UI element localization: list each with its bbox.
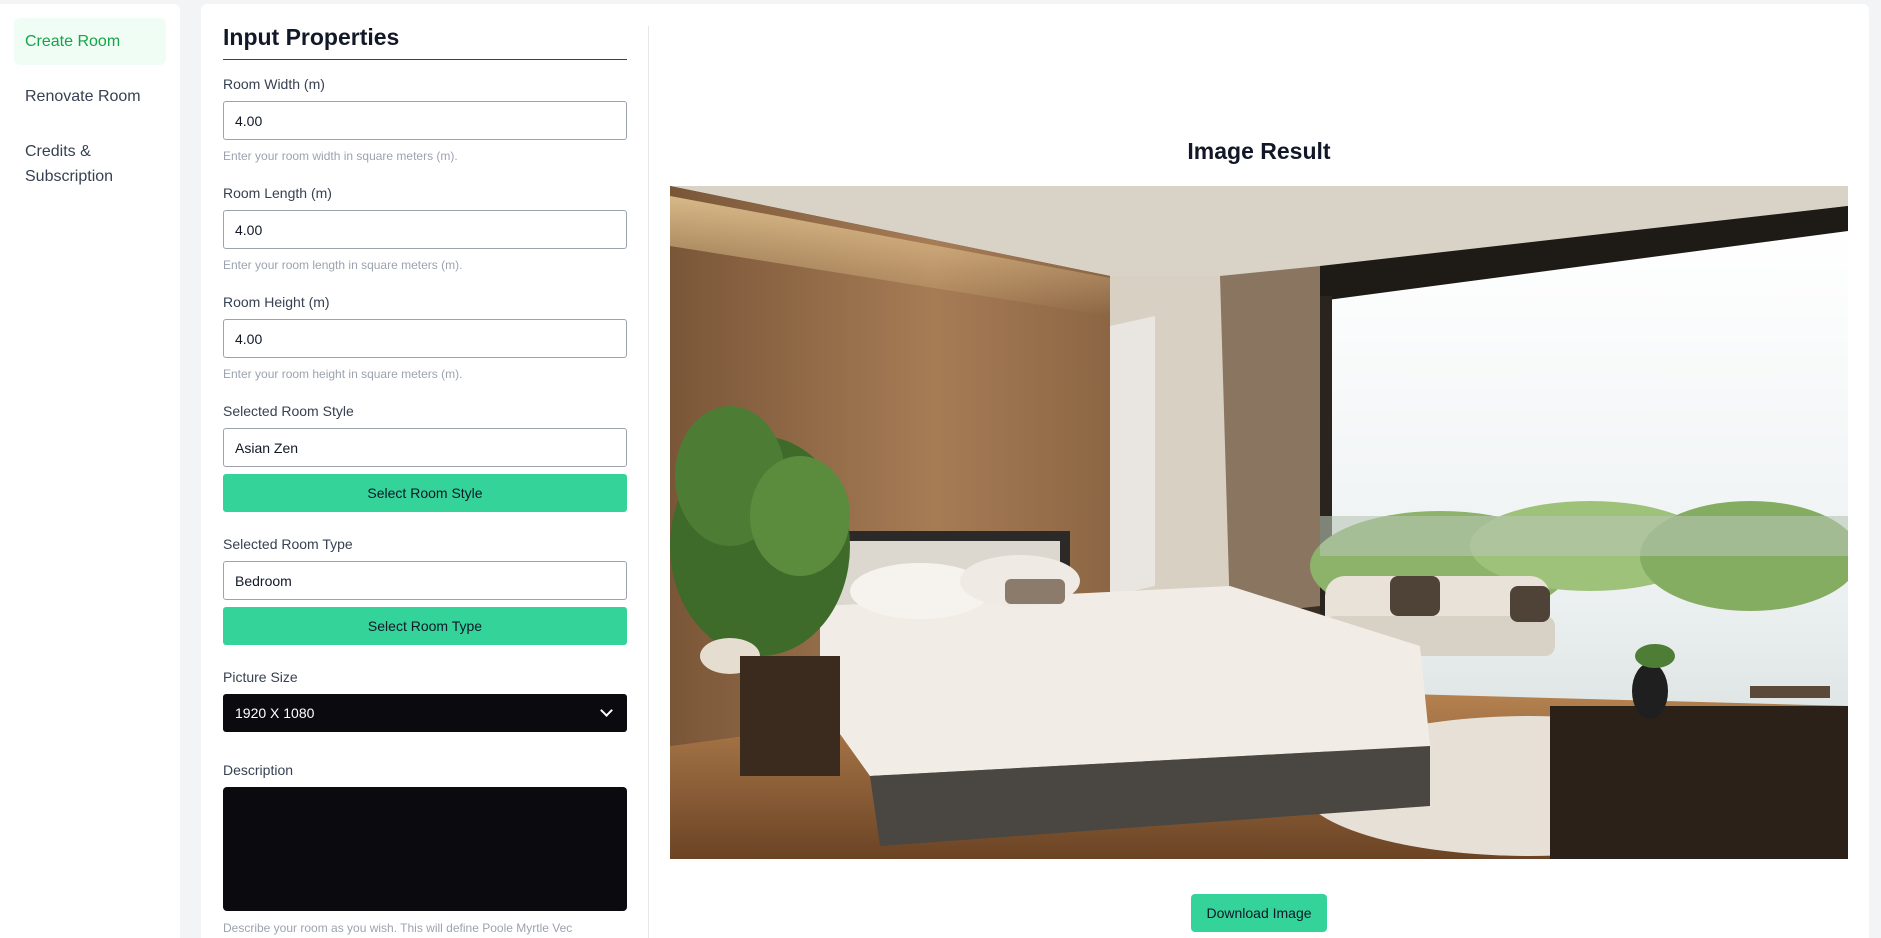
form-title: Input Properties (223, 24, 627, 60)
description-textarea[interactable] (223, 787, 627, 911)
sidebar-item-create-room[interactable]: Create Room (14, 18, 166, 65)
room-style-field[interactable]: Asian Zen (223, 428, 627, 467)
room-width-hint: Enter your room width in square meters (… (223, 149, 458, 163)
select-room-type-button[interactable]: Select Room Type (223, 607, 627, 645)
room-height-input[interactable]: 4.00 (223, 319, 627, 358)
sidebar-item-credits-subscription[interactable]: Credits & Subscription (14, 128, 144, 200)
room-height-hint: Enter your room height in square meters … (223, 367, 463, 381)
result-title: Image Result (1187, 138, 1331, 164)
room-length-label: Room Length (m) (223, 185, 332, 201)
sidebar-item-renovate-room[interactable]: Renovate Room (14, 73, 166, 120)
select-room-style-button[interactable]: Select Room Style (223, 474, 627, 512)
result-image (670, 186, 1848, 859)
picture-size-label: Picture Size (223, 669, 298, 685)
room-width-label: Room Width (m) (223, 76, 325, 92)
sidebar: Create Room Renovate Room Credits & Subs… (0, 4, 180, 938)
description-hint: Describe your room as you wish. This wil… (223, 921, 573, 935)
download-image-button[interactable]: Download Image (1191, 894, 1327, 932)
picture-size-select[interactable]: 1920 X 1080 (223, 694, 627, 732)
room-height-label: Room Height (m) (223, 294, 330, 310)
input-properties-form: Input Properties Room Width (m) 4.00 Ent… (223, 24, 627, 935)
room-length-hint: Enter your room length in square meters … (223, 258, 463, 272)
picture-size-value: 1920 X 1080 (235, 705, 315, 721)
room-width-input[interactable]: 4.00 (223, 101, 627, 140)
column-divider (648, 26, 649, 938)
main-panel: Input Properties Room Width (m) 4.00 Ent… (201, 4, 1869, 938)
room-length-input[interactable]: 4.00 (223, 210, 627, 249)
room-type-label: Selected Room Type (223, 536, 353, 552)
room-style-label: Selected Room Style (223, 403, 354, 419)
room-type-field[interactable]: Bedroom (223, 561, 627, 600)
description-label: Description (223, 762, 294, 778)
chevron-down-icon (600, 704, 613, 717)
